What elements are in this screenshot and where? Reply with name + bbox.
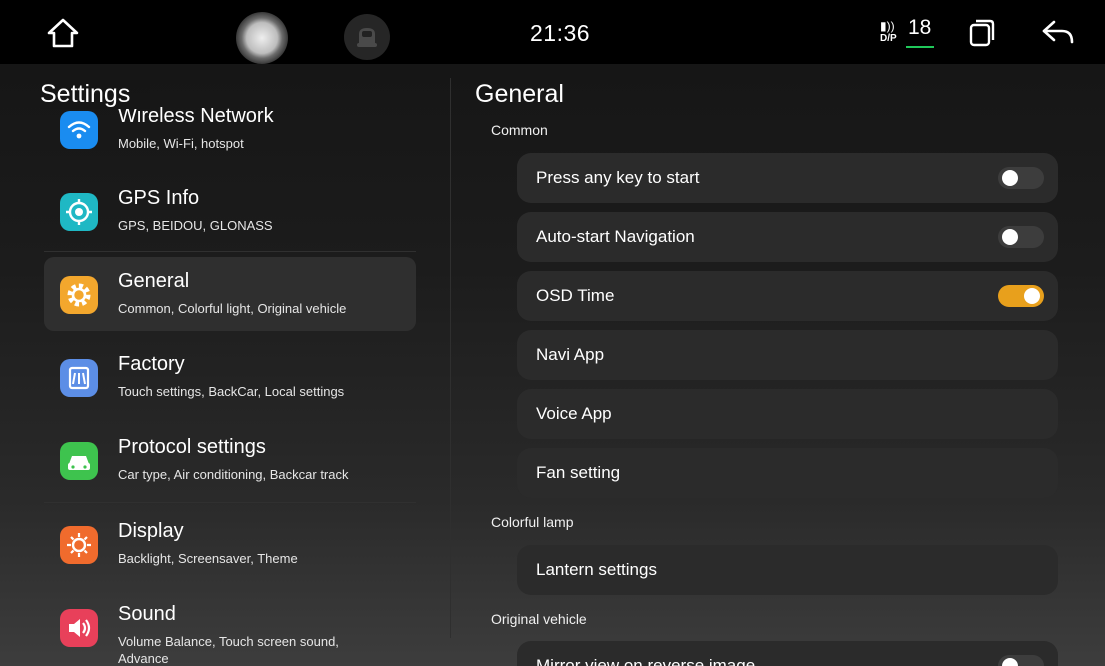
menu-divider [44, 251, 416, 252]
menu-item-subtitle: Car type, Air conditioning, Backcar trac… [118, 467, 349, 482]
menu-item-general[interactable]: General Common, Colorful light, Original… [44, 257, 416, 331]
wifi-icon [60, 111, 98, 149]
section-header-original-vehicle: Original vehicle [491, 611, 587, 627]
toggle-knob [1002, 658, 1018, 666]
menu-item-subtitle: Mobile, Wi-Fi, hotspot [118, 136, 244, 151]
menu-item-title: GPS Info [118, 187, 200, 209]
menu-item-subtitle: Volume Balance, Touch screen sound, Adva… [118, 634, 339, 666]
menu-item-title: General [118, 270, 190, 292]
toggle-knob [1002, 170, 1018, 186]
osd-time-toggle[interactable] [998, 285, 1044, 307]
gps-icon [60, 193, 98, 231]
menu-item-protocol-settings[interactable]: Protocol settings Car type, Air conditio… [44, 423, 416, 497]
settings-title: Settings [40, 80, 151, 109]
volume-value: 18 [908, 16, 932, 39]
car-icon[interactable] [344, 14, 390, 60]
assistant-orb-icon[interactable] [236, 12, 288, 64]
clock: 21:36 [530, 20, 591, 46]
volume-indicator[interactable]: ▮)) D/P 18 [878, 16, 938, 52]
menu-item-gps-info[interactable]: GPS Info GPS, BEIDOU, GLONASS [44, 174, 416, 248]
page-title: General [475, 80, 564, 108]
gear-icon [60, 276, 98, 314]
general-settings-panel: General Common Press any key to start Au… [452, 64, 1105, 666]
menu-item-subtitle: Common, Colorful light, Original vehicle [118, 301, 347, 316]
row-label: Navi App [536, 345, 605, 364]
menu-item-factory[interactable]: Factory Touch settings, BackCar, Local s… [44, 340, 416, 414]
menu-item-title: Display [118, 520, 184, 542]
mirror-view-toggle[interactable] [998, 655, 1044, 666]
row-press-any-key[interactable]: Press any key to start [517, 153, 1058, 203]
row-lantern-settings[interactable]: Lantern settings [517, 545, 1058, 595]
recent-apps-icon[interactable] [968, 18, 996, 48]
volume-underline [906, 46, 934, 48]
row-osd-time[interactable]: OSD Time [517, 271, 1058, 321]
row-auto-start-navigation[interactable]: Auto-start Navigation [517, 212, 1058, 262]
car-protocol-icon [60, 442, 98, 480]
volume-mode-label: D/P [880, 33, 897, 44]
press-any-key-toggle[interactable] [998, 167, 1044, 189]
speaker-icon [60, 609, 98, 647]
row-voice-app[interactable]: Voice App [517, 389, 1058, 439]
brightness-icon [60, 526, 98, 564]
row-label: Press any key to start [536, 168, 700, 187]
row-label: Mirror view on reverse image [536, 656, 756, 666]
section-header-common: Common [491, 122, 548, 138]
menu-item-subtitle: Touch settings, BackCar, Local settings [118, 384, 345, 399]
menu-item-title: Sound [118, 603, 176, 625]
auto-start-navigation-toggle[interactable] [998, 226, 1044, 248]
toggle-knob [1002, 229, 1018, 245]
menu-item-title: Protocol settings [118, 436, 266, 458]
menu-item-display[interactable]: Display Backlight, Screensaver, Theme [44, 507, 416, 581]
row-fan-setting[interactable]: Fan setting [517, 448, 1058, 498]
panel-divider [450, 78, 451, 638]
menu-item-sound[interactable]: Sound Volume Balance, Touch screen sound… [44, 590, 416, 666]
back-icon[interactable] [1040, 18, 1076, 48]
row-mirror-view[interactable]: Mirror view on reverse image [517, 641, 1058, 666]
menu-item-subtitle: Backlight, Screensaver, Theme [118, 551, 298, 566]
toggle-knob [1024, 288, 1040, 304]
factory-icon [60, 359, 98, 397]
row-label: Fan setting [536, 463, 621, 482]
row-label: OSD Time [536, 286, 615, 305]
row-label: Lantern settings [536, 560, 657, 579]
section-header-colorful-lamp: Colorful lamp [491, 514, 574, 530]
menu-divider [44, 502, 416, 503]
status-bar: 21:36 ▮)) D/P 18 [0, 0, 1105, 64]
speaker-icon: ▮)) [880, 19, 895, 33]
row-label: Auto-start Navigation [536, 227, 695, 246]
settings-menu: Settings Wireless Network Mobile, Wi-Fi,… [0, 64, 450, 666]
row-navi-app[interactable]: Navi App [517, 330, 1058, 380]
menu-item-title: Factory [118, 353, 185, 375]
row-label: Voice App [536, 404, 612, 423]
home-icon[interactable] [46, 16, 80, 50]
menu-item-subtitle: GPS, BEIDOU, GLONASS [118, 218, 273, 233]
